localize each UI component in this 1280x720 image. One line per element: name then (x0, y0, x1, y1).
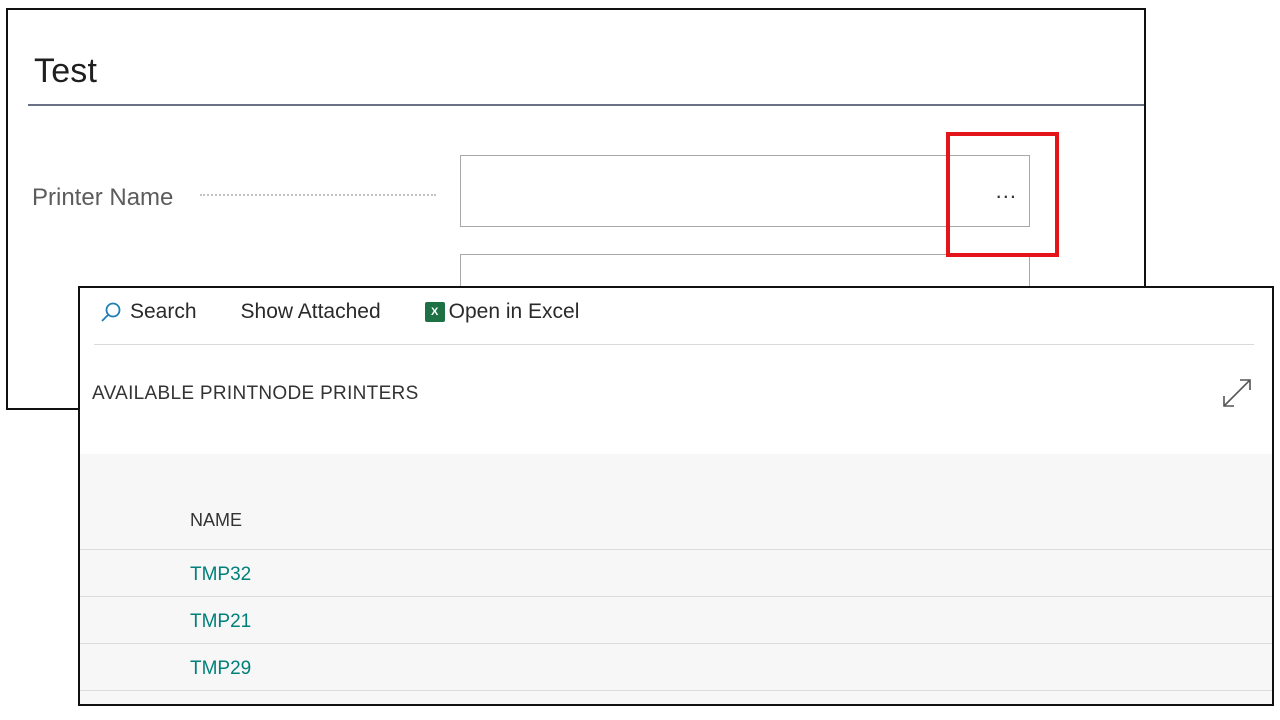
row-divider (80, 690, 1272, 691)
search-button[interactable]: Search (100, 300, 197, 324)
list-body (80, 454, 1272, 704)
row-divider (80, 596, 1272, 597)
show-attached-label: Show Attached (240, 300, 381, 323)
search-icon (101, 302, 121, 322)
show-attached-button[interactable]: Show Attached (241, 300, 381, 324)
printer-name-label: Printer Name (32, 184, 174, 211)
column-header-name[interactable]: NAME (190, 510, 242, 531)
excel-icon: X (424, 302, 445, 322)
printer-row-link[interactable]: TMP32 (190, 564, 251, 586)
list-title: AVAILABLE PRINTNODE PRINTERS (92, 383, 419, 404)
lookup-toolbar: Search Show Attached X Open in Excel (100, 300, 579, 324)
expand-icon[interactable] (1220, 376, 1254, 410)
header-divider (80, 549, 1272, 550)
page-title: Test (34, 52, 98, 90)
open-in-excel-label: Open in Excel (448, 300, 580, 323)
printer-name-input[interactable]: ... (460, 155, 1030, 227)
printer-row-link[interactable]: TMP29 (190, 658, 251, 680)
printer-row-link[interactable]: TMP21 (190, 611, 251, 633)
open-in-excel-button[interactable]: X Open in Excel (424, 300, 580, 324)
search-label: Search (130, 300, 197, 323)
printer-lookup-panel: Search Show Attached X Open in Excel AVA… (78, 286, 1274, 706)
screenshot-stage: Test Printer Name ... Search Show Attach… (0, 0, 1280, 720)
row-divider (80, 643, 1272, 644)
title-divider (28, 104, 1144, 106)
toolbar-divider (94, 344, 1254, 345)
label-leader-dots (200, 194, 436, 196)
lookup-ellipsis-button[interactable]: ... (996, 178, 1017, 204)
